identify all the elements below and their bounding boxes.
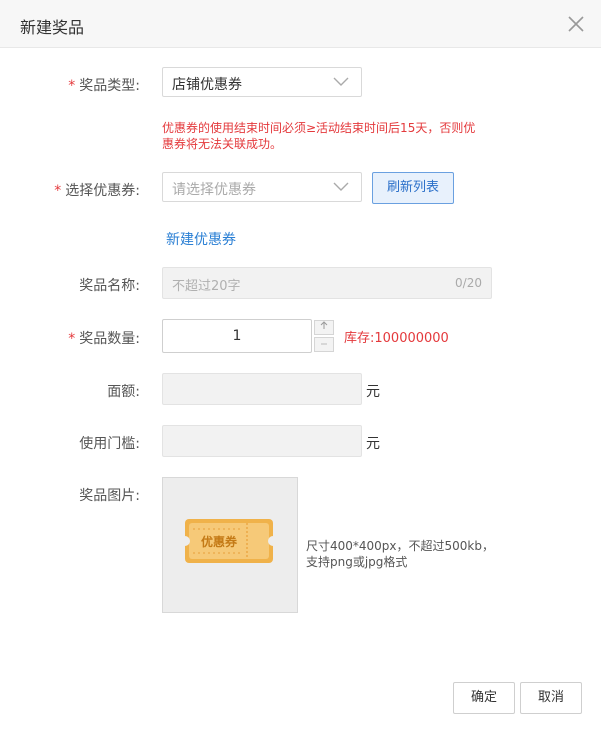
face-value-unit: 元 [366, 384, 380, 400]
prize-type-value: 店铺优惠券 [172, 77, 242, 93]
prize-image-upload[interactable]: 优惠券 [162, 477, 298, 613]
prize-name-placeholder: 不超过20字 [172, 279, 241, 294]
quantity-increment-button[interactable] [314, 320, 334, 335]
close-icon [568, 16, 584, 32]
coupon-image: 优惠券 [180, 519, 278, 563]
threshold-label: 使用门槛: [79, 436, 140, 452]
prize-name-label: 奖品名称: [79, 278, 140, 294]
new-prize-dialog: 新建奖品 * 奖品类型: 店铺优惠券 优惠券的使用结束时间必须≥活动结束时间后15… [0, 0, 601, 731]
quantity-decrement-button[interactable] [314, 337, 334, 352]
quantity-label: * 奖品数量: [68, 331, 140, 347]
chevron-down-icon [333, 77, 349, 86]
face-value-input[interactable] [162, 373, 362, 405]
quantity-input[interactable]: 1 [162, 319, 312, 353]
required-mark: * [68, 331, 76, 347]
char-counter: 0/20 [455, 276, 482, 290]
prize-name-input[interactable]: 不超过20字 0/20 [162, 267, 492, 299]
close-button[interactable] [564, 12, 588, 36]
required-mark: * [54, 183, 62, 199]
new-coupon-link[interactable]: 新建优惠券 [166, 229, 236, 249]
dialog-header: 新建奖品 [0, 0, 601, 48]
dialog-title: 新建奖品 [20, 18, 85, 37]
threshold-input[interactable] [162, 425, 362, 457]
cancel-button[interactable]: 取消 [520, 682, 582, 714]
confirm-button[interactable]: 确定 [453, 682, 515, 714]
prize-type-label: * 奖品类型: [68, 78, 140, 94]
coupon-end-time-hint: 优惠券的使用结束时间必须≥活动结束时间后15天，否则优惠券将无法关联成功。 [162, 121, 476, 151]
coupon-image-text: 优惠券 [201, 534, 238, 549]
refresh-list-button[interactable]: 刷新列表 [372, 172, 454, 204]
minus-icon [321, 343, 327, 345]
threshold-unit: 元 [366, 436, 380, 452]
coupon-select[interactable]: 请选择优惠券 [162, 172, 362, 202]
stock-text: 库存:100000000 [344, 331, 449, 346]
prize-image-label: 奖品图片: [79, 488, 140, 504]
chevron-down-icon [333, 182, 349, 191]
arrow-up-icon [320, 321, 328, 329]
required-mark: * [68, 78, 76, 94]
face-value-label: 面额: [107, 384, 140, 400]
prize-type-select[interactable]: 店铺优惠券 [162, 67, 362, 97]
image-size-hint: 尺寸400*400px，不超过500kb，支持png或jpg格式 [306, 539, 494, 569]
coupon-select-label: * 选择优惠券: [54, 183, 140, 199]
coupon-select-placeholder: 请选择优惠券 [172, 182, 256, 198]
